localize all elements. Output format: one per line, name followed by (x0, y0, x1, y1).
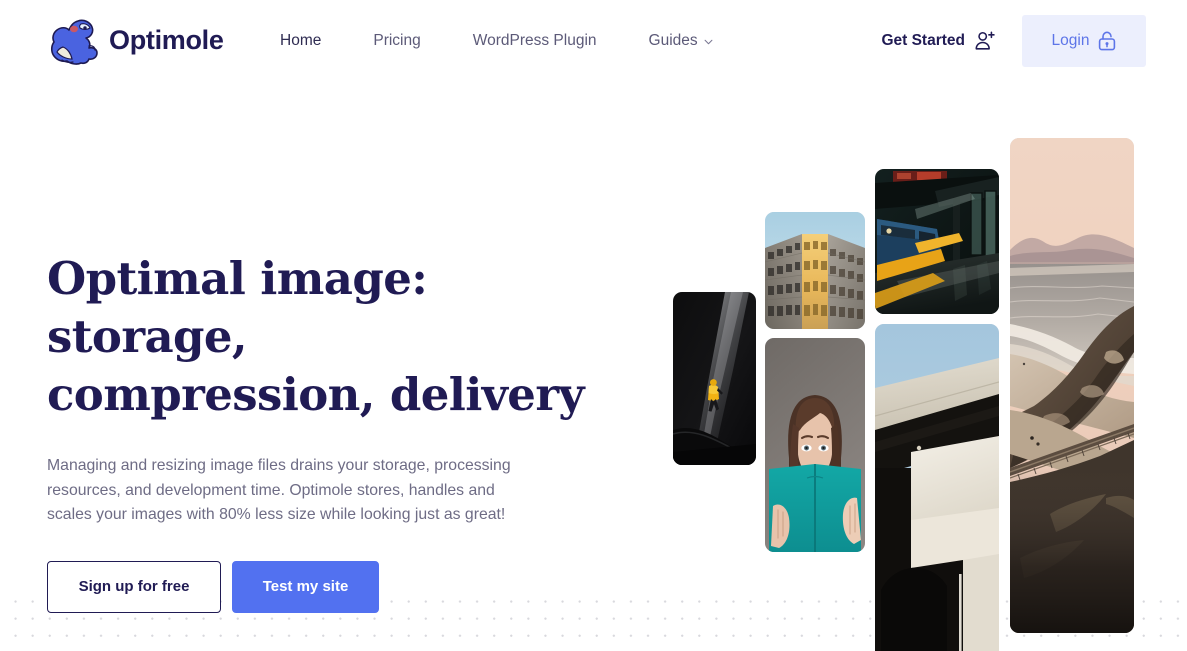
get-started-label: Get Started (881, 32, 965, 49)
login-button[interactable]: Login (1022, 15, 1146, 67)
cave-explorer-photo (673, 292, 756, 465)
nav-item-home[interactable]: Home (280, 29, 321, 53)
header-actions: Get Started Login (881, 14, 1146, 68)
chevron-down-icon (704, 39, 713, 45)
building-facade-photo (765, 212, 865, 329)
mole-logo-icon (50, 19, 98, 65)
nav-item-pricing[interactable]: Pricing (373, 29, 420, 53)
train-station-photo (875, 169, 999, 314)
hero-page: Optimole Home Pricing WordPress Plugin G… (0, 0, 1187, 651)
test-my-site-button[interactable]: Test my site (232, 560, 379, 613)
brand-name: Optimole (109, 25, 224, 55)
sign-up-button[interactable]: Sign up for free (47, 560, 221, 613)
reader-portrait-photo (765, 338, 865, 552)
hero-content: Optimal image: storage, compression, del… (47, 250, 607, 613)
get-started-button[interactable]: Get Started (881, 14, 996, 68)
nav-item-label: WordPress Plugin (472, 32, 597, 49)
nav-item-label: Guides (648, 32, 698, 49)
user-plus-icon (975, 31, 995, 50)
coastline-photo (1010, 138, 1134, 633)
page-title: Optimal image: storage, compression, del… (47, 252, 585, 421)
hero-cta-group: Sign up for free Test my site (47, 560, 607, 613)
main-nav: Home Pricing WordPress Plugin Guides (280, 29, 713, 53)
architecture-photo (875, 324, 999, 651)
nav-item-label: Pricing (373, 32, 421, 49)
hero-image-collage (672, 138, 1147, 651)
login-label: Login (1051, 32, 1090, 49)
nav-item-label: Home (280, 32, 322, 49)
nav-item-guides[interactable]: Guides (649, 29, 713, 53)
hero-subtitle: Managing and resizing image files drains… (47, 457, 511, 524)
site-header: Optimole Home Pricing WordPress Plugin G… (0, 0, 1187, 82)
lock-icon (1099, 31, 1116, 51)
brand-logo-link[interactable]: Optimole (48, 13, 224, 68)
nav-item-wordpress-plugin[interactable]: WordPress Plugin (473, 29, 597, 53)
